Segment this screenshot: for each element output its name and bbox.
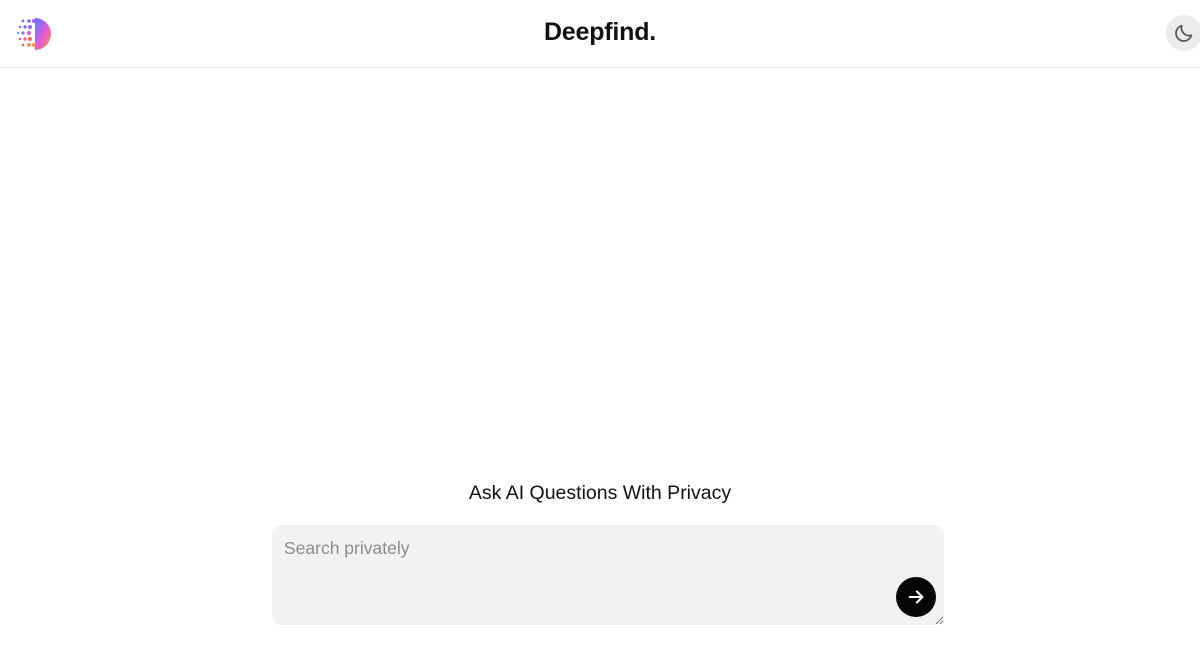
search-box [272, 525, 944, 625]
arrow-right-icon [908, 590, 924, 604]
moon-icon [1175, 24, 1193, 42]
search-input[interactable] [272, 525, 944, 625]
brand-title: Deepfind. [543, 18, 657, 46]
privacy-tagline: Ask AI Questions With Privacy [468, 482, 732, 504]
deepfind-search-page: Deepfind. Ask AI Questions With Privacy [0, 0, 1200, 650]
theme-toggle-button[interactable] [1166, 15, 1200, 51]
submit-search-button[interactable] [896, 577, 936, 617]
top-navigation-bar: Deepfind. [0, 0, 1200, 68]
